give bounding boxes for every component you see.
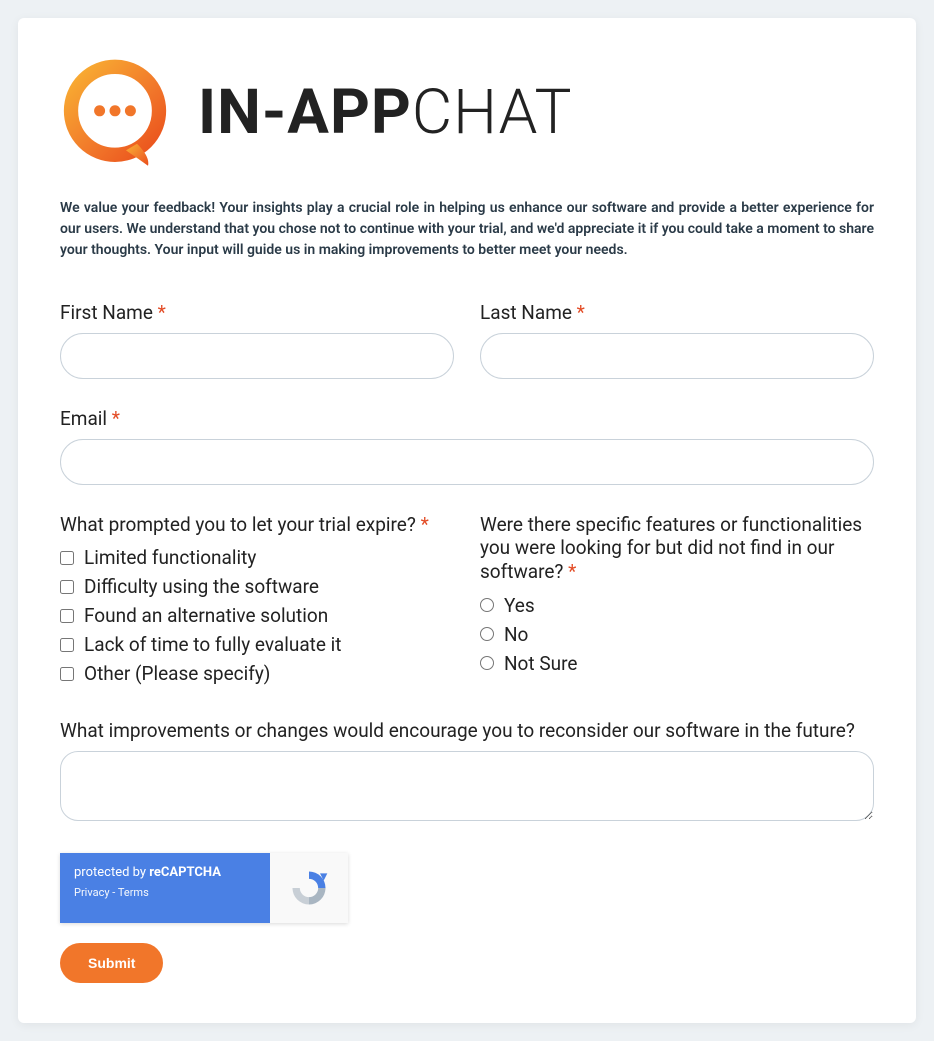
prompt-expire-option[interactable]: Lack of time to fully evaluate it bbox=[60, 633, 454, 656]
email-label-text: Email bbox=[60, 407, 107, 430]
first-name-label-text: First Name bbox=[60, 301, 153, 324]
prompt-expire-options: Limited functionality Difficulty using t… bbox=[60, 546, 454, 685]
recaptcha-terms-link[interactable]: Terms bbox=[118, 886, 149, 899]
required-asterisk: * bbox=[112, 407, 120, 430]
required-asterisk: * bbox=[421, 513, 429, 536]
logo-text: IN-APPCHAT bbox=[198, 82, 572, 144]
checkbox[interactable] bbox=[60, 580, 74, 594]
option-label: Not Sure bbox=[504, 652, 577, 675]
option-label: No bbox=[504, 623, 528, 646]
features-missing-option[interactable]: No bbox=[480, 623, 874, 646]
option-label: Yes bbox=[504, 594, 535, 617]
required-asterisk: * bbox=[577, 301, 585, 324]
logo-text-bold: IN-APP bbox=[198, 76, 412, 149]
email-input[interactable] bbox=[60, 439, 874, 485]
option-label: Lack of time to fully evaluate it bbox=[84, 633, 342, 656]
checkbox[interactable] bbox=[60, 667, 74, 681]
email-label: Email * bbox=[60, 407, 874, 431]
required-asterisk: * bbox=[158, 301, 166, 324]
improvements-label: What improvements or changes would encou… bbox=[60, 719, 874, 743]
radio[interactable] bbox=[480, 598, 494, 612]
prompt-expire-option[interactable]: Difficulty using the software bbox=[60, 575, 454, 598]
last-name-input[interactable] bbox=[480, 333, 874, 379]
recaptcha-icon bbox=[270, 853, 348, 923]
improvements-textarea[interactable] bbox=[60, 751, 874, 821]
logo-chat-icon bbox=[60, 58, 170, 168]
radio[interactable] bbox=[480, 656, 494, 670]
recaptcha-badge: protected by reCAPTCHA Privacy - Terms bbox=[60, 853, 348, 923]
recaptcha-text: protected by reCAPTCHA Privacy - Terms bbox=[60, 853, 270, 923]
prompt-expire-option[interactable]: Found an alternative solution bbox=[60, 604, 454, 627]
checkbox[interactable] bbox=[60, 638, 74, 652]
option-label: Other (Please specify) bbox=[84, 662, 270, 685]
prompt-expire-label-text: What prompted you to let your trial expi… bbox=[60, 513, 416, 536]
required-asterisk: * bbox=[568, 560, 576, 583]
intro-text: We value your feedback! Your insights pl… bbox=[60, 198, 874, 261]
prompt-expire-option[interactable]: Other (Please specify) bbox=[60, 662, 454, 685]
features-missing-option[interactable]: Yes bbox=[480, 594, 874, 617]
checkbox[interactable] bbox=[60, 551, 74, 565]
prompt-expire-option[interactable]: Limited functionality bbox=[60, 546, 454, 569]
recaptcha-brand: reCAPTCHA bbox=[149, 865, 221, 880]
option-label: Found an alternative solution bbox=[84, 604, 328, 627]
recaptcha-sep: - bbox=[110, 886, 118, 899]
prompt-expire-label: What prompted you to let your trial expi… bbox=[60, 513, 454, 537]
features-missing-label: Were there specific features or function… bbox=[480, 513, 874, 584]
logo-row: IN-APPCHAT bbox=[60, 58, 874, 168]
last-name-label-text: Last Name bbox=[480, 301, 572, 324]
features-missing-options: Yes No Not Sure bbox=[480, 594, 874, 675]
last-name-label: Last Name * bbox=[480, 301, 874, 325]
recaptcha-privacy-link[interactable]: Privacy bbox=[74, 886, 110, 899]
radio[interactable] bbox=[480, 627, 494, 641]
option-label: Difficulty using the software bbox=[84, 575, 319, 598]
option-label: Limited functionality bbox=[84, 546, 256, 569]
features-missing-option[interactable]: Not Sure bbox=[480, 652, 874, 675]
first-name-label: First Name * bbox=[60, 301, 454, 325]
first-name-input[interactable] bbox=[60, 333, 454, 379]
logo-text-thin: CHAT bbox=[412, 76, 573, 149]
form-card: IN-APPCHAT We value your feedback! Your … bbox=[18, 18, 916, 1023]
checkbox[interactable] bbox=[60, 609, 74, 623]
submit-button[interactable]: Submit bbox=[60, 943, 163, 983]
recaptcha-prefix: protected by bbox=[74, 865, 149, 880]
features-missing-label-text: Were there specific features or function… bbox=[480, 513, 862, 584]
